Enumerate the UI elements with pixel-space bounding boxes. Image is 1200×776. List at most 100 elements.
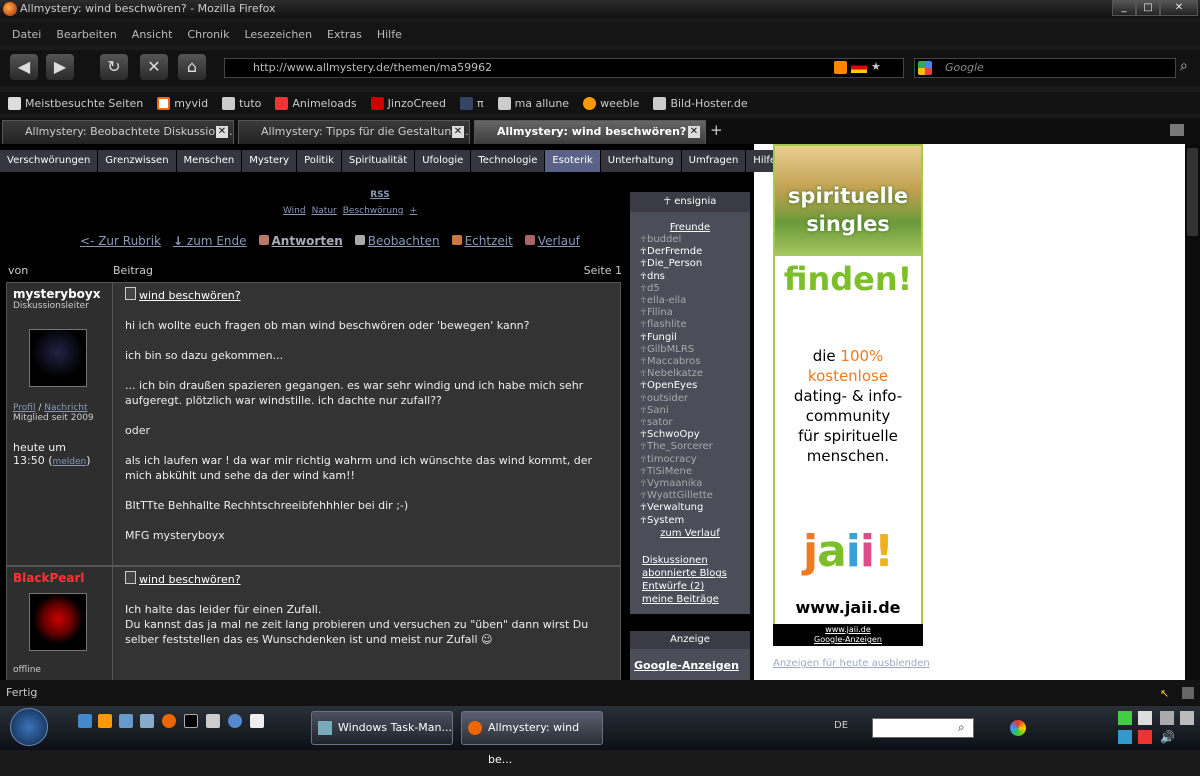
friend-item[interactable]: ☥outsider xyxy=(640,393,688,405)
reload-button[interactable]: ↻ xyxy=(100,54,128,80)
app-icon[interactable] xyxy=(140,714,154,728)
friend-item[interactable]: ☥timocracy xyxy=(640,454,697,466)
friend-item[interactable]: ☥TiSiMene xyxy=(640,466,692,478)
new-tab-button[interactable]: + xyxy=(710,121,723,139)
friend-item[interactable]: ☥The_Sorcerer xyxy=(640,441,713,453)
bookmark-weeble[interactable]: weeble xyxy=(583,96,639,110)
url-input[interactable]: http://www.allmystery.de/themen/ma59962 xyxy=(224,58,904,78)
bookmark-bild-hoster[interactable]: Bild-Hoster.de xyxy=(653,96,748,110)
tab-wind-beschwoeren[interactable]: Allmystery: wind beschwören? ✕ xyxy=(474,120,706,144)
tag-beschwoerung[interactable]: Beschwörung xyxy=(343,206,404,216)
ad-banner[interactable]: spirituelle singles finden! die 100% kos… xyxy=(773,144,923,646)
bookmark-animeloads[interactable]: Animeloads xyxy=(275,96,357,110)
menu-ansicht[interactable]: Ansicht xyxy=(132,28,173,41)
volume-icon[interactable]: 🔊 xyxy=(1160,730,1175,744)
nav-mystery[interactable]: Mystery xyxy=(242,150,298,172)
friend-item[interactable]: ☥Fungil xyxy=(640,332,677,344)
close-tab-icon[interactable]: ✕ xyxy=(688,126,700,138)
bookmark-ma-allune[interactable]: ma allune xyxy=(497,96,569,110)
resize-grip-icon[interactable] xyxy=(1182,687,1194,699)
nav-esoterik[interactable]: Esoterik xyxy=(545,150,601,172)
friend-item[interactable]: ☥d5 xyxy=(640,283,660,295)
friend-item[interactable]: ☥buddel xyxy=(640,234,681,246)
minimize-button[interactable]: _ xyxy=(1112,0,1136,16)
nav-spiritualitaet[interactable]: Spiritualität xyxy=(341,150,416,172)
language-indicator[interactable]: DE xyxy=(834,720,848,731)
tag-wind[interactable]: Wind xyxy=(283,206,306,216)
tab-list-icon[interactable] xyxy=(1170,124,1184,136)
zur-rubrik-link[interactable]: <- Zur Rubrik xyxy=(80,234,161,248)
username[interactable]: BlackPearl xyxy=(13,571,106,585)
close-tab-icon[interactable]: ✕ xyxy=(216,126,228,138)
friend-item[interactable]: ☥GilbMLRS xyxy=(640,344,694,356)
start-button[interactable] xyxy=(10,708,48,746)
tray-icon[interactable] xyxy=(1118,730,1132,744)
ie-icon[interactable] xyxy=(228,714,242,728)
avatar[interactable] xyxy=(29,329,87,387)
search-icon[interactable]: ⌕ xyxy=(958,720,965,735)
friend-item[interactable]: ☥WyattGillette xyxy=(640,490,713,502)
friend-item[interactable]: ☥OpenEyes xyxy=(640,380,697,392)
tray-icon[interactable] xyxy=(1010,720,1026,736)
close-tab-icon[interactable]: ✕ xyxy=(452,126,464,138)
menu-hilfe[interactable]: Hilfe xyxy=(377,28,402,41)
zum-verlauf-link[interactable]: zum Verlauf xyxy=(630,528,750,539)
antworten-link[interactable]: Antworten xyxy=(258,234,343,248)
rss-feed-icon[interactable] xyxy=(834,61,847,74)
beobachten-link[interactable]: Beobachten xyxy=(354,234,440,248)
melden-link[interactable]: melden xyxy=(53,457,87,467)
verlauf-link[interactable]: Verlauf xyxy=(524,234,580,248)
nav-ufologie[interactable]: Ufologie xyxy=(415,150,472,172)
zum-ende-link[interactable]: ↓ zum Ende xyxy=(173,234,247,248)
friend-item[interactable]: ☥Die_Person xyxy=(640,258,702,270)
nav-technologie[interactable]: Technologie xyxy=(471,150,546,172)
friend-item[interactable]: ☥Nebelkatze xyxy=(640,368,703,380)
sidebar-header[interactable]: ☥ ensignia xyxy=(630,192,750,212)
friend-item[interactable]: ☥DerFremde xyxy=(640,246,702,258)
nav-grenzwissen[interactable]: Grenzwissen xyxy=(98,150,177,172)
friend-item[interactable]: ☥Verwaltung xyxy=(640,502,703,514)
friend-item[interactable]: ☥Maccabros xyxy=(640,356,700,368)
friend-item[interactable]: ☥System xyxy=(640,515,684,527)
flag-de-icon[interactable] xyxy=(851,62,867,73)
bookmark-pi[interactable]: π xyxy=(459,96,484,110)
tray-icon[interactable] xyxy=(1138,711,1152,725)
nachricht-link[interactable]: Nachricht xyxy=(44,403,87,413)
close-window-button[interactable]: ✕ xyxy=(1160,0,1198,16)
post-title[interactable]: wind beschwören? xyxy=(125,571,614,587)
forward-button[interactable]: ▶ xyxy=(46,54,74,80)
bookmark-jinzocreed[interactable]: JinzoCreed xyxy=(370,96,446,110)
search-icon[interactable]: ⌕ xyxy=(1180,58,1188,74)
tab-beobachtete[interactable]: Allmystery: Beobachtete Diskussion... ✕ xyxy=(2,120,234,144)
menu-lesezeichen[interactable]: Lesezeichen xyxy=(244,28,312,41)
document-icon[interactable] xyxy=(250,714,264,728)
bookmark-myvid[interactable]: myvid xyxy=(157,96,208,110)
bookmark-star-icon[interactable]: ★ xyxy=(871,60,881,73)
hide-ads-link[interactable]: Anzeigen für heute ausblenden xyxy=(773,658,930,669)
friend-item[interactable]: ☥Vymaanika xyxy=(640,478,702,490)
post-title[interactable]: wind beschwören? xyxy=(125,287,614,303)
tray-icon[interactable] xyxy=(1180,711,1194,725)
abonnierte-blogs-link[interactable]: abonnierte Blogs xyxy=(642,567,727,580)
tray-icon[interactable] xyxy=(1138,730,1152,744)
diskussionen-link[interactable]: Diskussionen xyxy=(642,554,727,567)
avatar[interactable] xyxy=(29,593,87,651)
nav-unterhaltung[interactable]: Unterhaltung xyxy=(600,150,682,172)
menu-extras[interactable]: Extras xyxy=(327,28,362,41)
nav-menschen[interactable]: Menschen xyxy=(176,150,243,172)
bookmark-tuto[interactable]: tuto xyxy=(222,96,261,110)
search-input[interactable]: Google xyxy=(914,58,1176,78)
cmd-icon[interactable] xyxy=(184,714,198,728)
tag-add[interactable]: + xyxy=(410,206,418,216)
taskbar-task-manager[interactable]: Windows Task-Man... xyxy=(311,711,453,745)
meine-beitraege-link[interactable]: meine Beiträge xyxy=(642,593,727,606)
nav-verschwoerungen[interactable]: Verschwörungen xyxy=(0,150,99,172)
nav-politik[interactable]: Politik xyxy=(297,150,342,172)
taskbar-firefox[interactable]: Allmystery: wind be... xyxy=(461,711,603,766)
home-button[interactable]: ⌂ xyxy=(178,54,206,80)
friend-item[interactable]: ☥sator xyxy=(640,417,673,429)
stop-button[interactable]: ✕ xyxy=(140,54,168,80)
menu-datei[interactable]: Datei xyxy=(12,28,41,41)
tray-icon[interactable] xyxy=(1118,711,1132,725)
friend-item[interactable]: ☥dns xyxy=(640,271,665,283)
